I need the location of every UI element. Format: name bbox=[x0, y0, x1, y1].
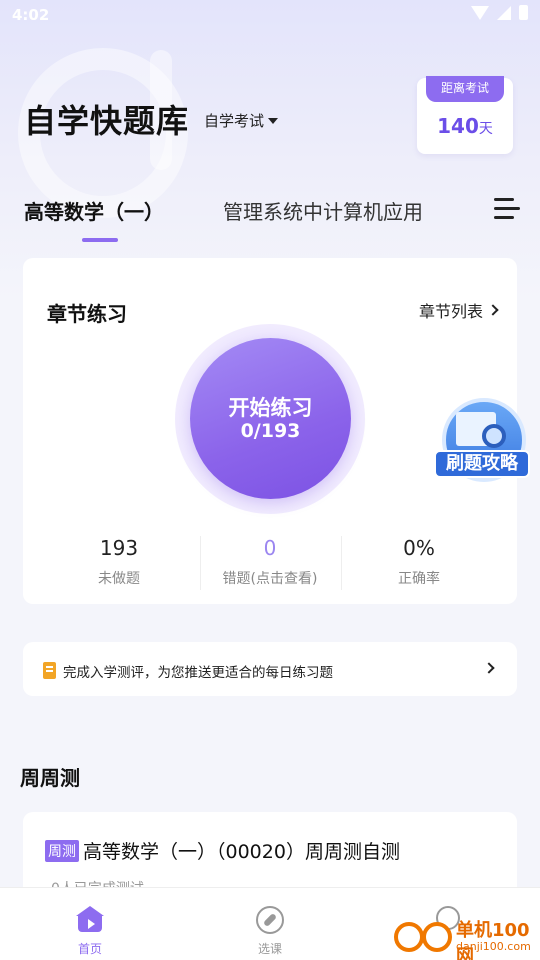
practice-guide-badge[interactable]: 刷题攻略 bbox=[434, 398, 530, 490]
stat-divider bbox=[341, 536, 342, 590]
nav-courses[interactable]: 选课 bbox=[210, 888, 330, 960]
tab-computer-application[interactable]: 管理系统中计算机应用 bbox=[223, 196, 423, 225]
watermark-circle-icon bbox=[422, 922, 452, 952]
countdown-label: 距离考试 bbox=[426, 76, 504, 102]
stat-undone: 193 未做题 bbox=[49, 536, 189, 588]
watermark-url: danji100.com bbox=[456, 940, 531, 953]
signal-icon bbox=[497, 5, 511, 20]
chapter-list-label: 章节列表 bbox=[418, 302, 483, 321]
compass-icon bbox=[256, 906, 284, 934]
chapter-list-link[interactable]: 章节列表 bbox=[418, 298, 499, 322]
countdown-days: 140 bbox=[437, 114, 479, 138]
practice-progress: 0/193 bbox=[240, 420, 301, 442]
notice-text: 完成入学测评，为您推送更适合的每日练习题 bbox=[63, 665, 333, 681]
exam-type-selector[interactable]: 自学考试 bbox=[204, 110, 279, 131]
home-play-icon bbox=[76, 906, 104, 932]
exam-type-label: 自学考试 bbox=[204, 112, 265, 130]
watermark-brand: 单机100网 bbox=[456, 920, 530, 960]
nav-home[interactable]: 首页 bbox=[30, 888, 150, 960]
stat-wrong-label: 错题(点击查看) bbox=[222, 571, 318, 587]
stat-accuracy: 0% 正确率 bbox=[349, 536, 489, 588]
nav-courses-label: 选课 bbox=[257, 942, 282, 956]
weekly-test-name: 高等数学（一）（00020）周周测自测 bbox=[83, 841, 400, 863]
countdown-unit: 天 bbox=[478, 121, 493, 137]
stat-accuracy-value: 0% bbox=[403, 536, 435, 560]
countdown-value: 140天 bbox=[417, 114, 513, 138]
weekly-test-section-title: 周周测 bbox=[20, 766, 80, 790]
menu-icon[interactable] bbox=[494, 198, 520, 220]
nav-home-label: 首页 bbox=[77, 942, 102, 956]
clipboard-icon bbox=[43, 662, 56, 679]
active-tab-indicator bbox=[82, 238, 118, 242]
chapter-practice-title: 章节练习 bbox=[47, 302, 127, 326]
stat-undone-label: 未做题 bbox=[98, 571, 140, 587]
stat-undone-value: 193 bbox=[99, 536, 139, 560]
watermark-circle-icon bbox=[394, 922, 424, 952]
stat-wrong[interactable]: 0 错题(点击查看) bbox=[200, 536, 340, 588]
chevron-right-icon bbox=[483, 662, 495, 674]
status-icons bbox=[471, 5, 528, 20]
practice-stats: 193 未做题 0 错题(点击查看) 0% 正确率 bbox=[23, 536, 517, 594]
watermark-logo: 单机100网 danji100.com bbox=[390, 914, 540, 960]
status-time: 4:02 bbox=[12, 6, 50, 24]
stat-wrong-value: 0 bbox=[263, 536, 277, 560]
stat-accuracy-label: 正确率 bbox=[398, 571, 440, 587]
exam-countdown: 距离考试 140天 bbox=[417, 76, 513, 154]
chevron-right-icon bbox=[487, 304, 499, 316]
battery-icon bbox=[519, 5, 528, 20]
start-practice-label: 开始练习 bbox=[228, 396, 313, 420]
status-bar: 4:02 bbox=[0, 0, 540, 30]
caret-down-icon bbox=[268, 117, 279, 124]
guide-badge-label: 刷题攻略 bbox=[434, 450, 530, 478]
assessment-notice[interactable]: 完成入学测评，为您推送更适合的每日练习题 bbox=[23, 642, 517, 696]
tab-advanced-math[interactable]: 高等数学（一） bbox=[24, 196, 164, 225]
magnifier-icon bbox=[482, 424, 506, 448]
weekly-tag-badge: 周测 bbox=[45, 840, 79, 862]
wifi-icon bbox=[471, 5, 489, 20]
app-title: 自学快题库 bbox=[24, 102, 190, 140]
start-practice-button[interactable]: 开始练习 0/193 bbox=[190, 338, 351, 499]
